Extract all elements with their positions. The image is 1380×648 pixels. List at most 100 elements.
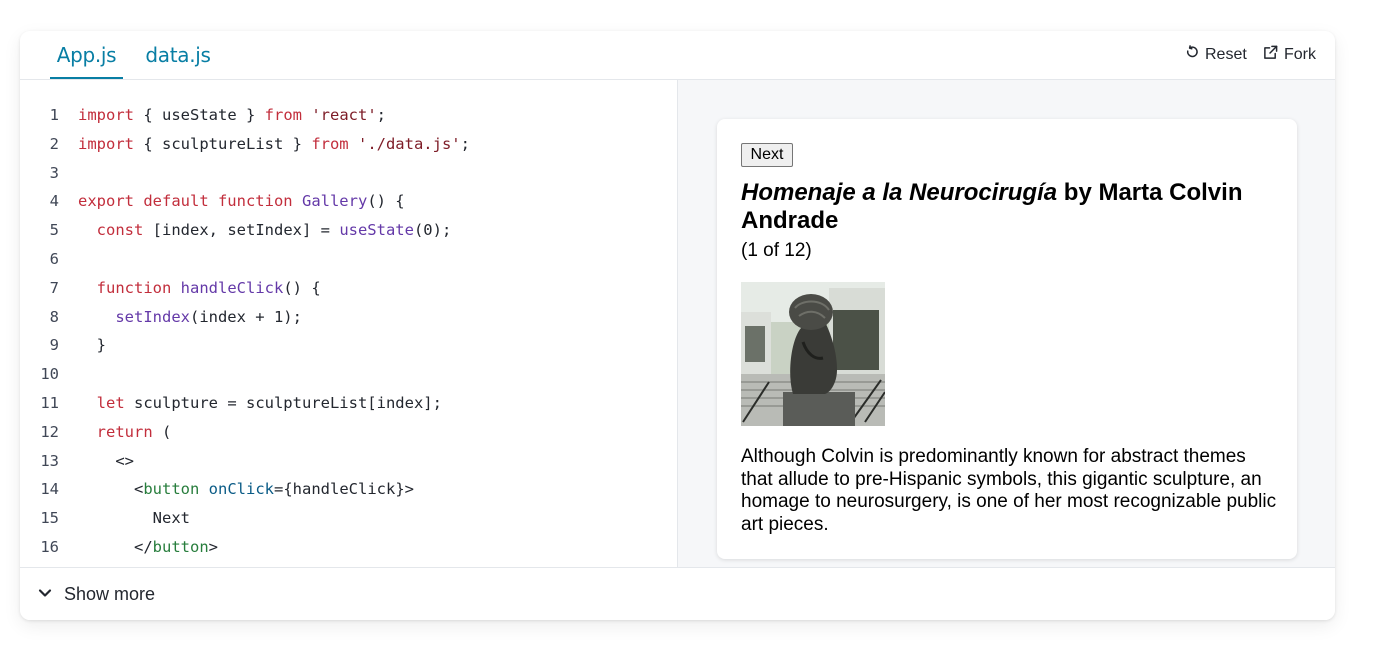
- code-sandbox: App.js data.js Reset Fork 1 import { use…: [20, 31, 1335, 620]
- fork-button[interactable]: Fork: [1263, 31, 1316, 79]
- code-token: () {: [283, 278, 321, 297]
- code-token: <>: [78, 451, 134, 470]
- code-text: setIndex(index + 1);: [59, 303, 302, 332]
- code-editor[interactable]: 1 import { useState } from 'react'; 2 impor…: [20, 80, 678, 567]
- sculpture-image: [741, 282, 885, 426]
- code-line[interactable]: 9 }: [20, 331, 106, 360]
- code-token: Next: [78, 509, 190, 528]
- sculpture-counter: (1 of 12): [741, 240, 812, 261]
- line-number: 3: [49, 163, 59, 182]
- code-line[interactable]: 15 Next: [20, 504, 190, 533]
- code-token: from: [264, 106, 302, 124]
- code-line[interactable]: 2 import { sculptureList } from './data.j…: [20, 130, 470, 159]
- code-token: (: [152, 422, 172, 441]
- tab-app-js[interactable]: App.js: [50, 31, 123, 79]
- line-number: 5: [49, 221, 59, 240]
- code-token: Gallery: [301, 192, 368, 211]
- line-number: 15: [40, 509, 59, 528]
- reset-icon: [1184, 45, 1199, 65]
- show-more-label: Show more: [64, 584, 156, 604]
- next-button[interactable]: Next: [741, 143, 793, 167]
- code-token: let: [96, 394, 125, 412]
- line-number: 14: [40, 480, 59, 499]
- code-text: import { useState } from 'react';: [59, 101, 386, 130]
- code-line[interactable]: 5 const [index, setIndex] = useState(0);: [20, 216, 452, 245]
- tab-bar: App.js data.js Reset Fork: [20, 31, 1335, 80]
- code-token: import: [78, 134, 134, 153]
- reset-button[interactable]: Reset: [1184, 31, 1247, 79]
- code-token: (index + 1);: [189, 307, 302, 326]
- code-token: ;: [376, 106, 386, 124]
- code-text: <>: [59, 447, 134, 476]
- code-line[interactable]: 13 <>: [20, 447, 134, 476]
- code-token: >: [208, 538, 218, 556]
- line-number: 4: [49, 192, 59, 211]
- code-text: export default function Gallery() {: [59, 187, 405, 216]
- line-number: 2: [49, 134, 59, 153]
- code-text: Next: [59, 504, 190, 533]
- code-token: useState: [339, 221, 414, 240]
- code-token: { sculptureList }: [134, 134, 312, 153]
- reset-label: Reset: [1205, 46, 1247, 63]
- code-text: <button onClick={handleClick}>: [59, 475, 414, 504]
- code-token: </: [78, 538, 153, 556]
- external-link-icon: [1263, 45, 1278, 65]
- line-number: 12: [40, 422, 59, 441]
- code-text: return (: [59, 418, 172, 447]
- code-token: button: [152, 538, 209, 556]
- code-line[interactable]: 3: [20, 159, 78, 188]
- code-line[interactable]: 1 import { useState } from 'react';: [20, 101, 386, 130]
- line-number: 6: [49, 250, 59, 268]
- code-text: </button>: [59, 533, 218, 562]
- code-token: onClick: [208, 480, 274, 499]
- code-token: sculpture = sculptureList[index];: [124, 394, 442, 412]
- code-token: const: [96, 221, 144, 240]
- code-token: ={handleClick}>: [274, 480, 414, 499]
- code-line[interactable]: 12 return (: [20, 418, 171, 447]
- code-token: ;: [460, 134, 470, 153]
- line-number: 9: [49, 336, 59, 355]
- code-line[interactable]: 11 let sculpture = sculptureList[index];: [20, 389, 442, 418]
- code-token: function: [96, 278, 172, 297]
- code-token: from: [311, 134, 349, 153]
- code-line[interactable]: 7 function handleClick() {: [20, 274, 321, 303]
- code-line[interactable]: 14 <button onClick={handleClick}>: [20, 475, 414, 504]
- code-text: let sculpture = sculptureList[index];: [59, 389, 442, 418]
- line-number: 7: [49, 278, 59, 297]
- code-text: const [index, setIndex] = useState(0);: [59, 216, 452, 245]
- code-line[interactable]: 4 export default function Gallery() {: [20, 187, 405, 216]
- code-token: <: [78, 480, 144, 499]
- line-number: 11: [40, 394, 59, 412]
- code-text: import { sculptureList } from './data.js…: [59, 130, 470, 159]
- code-line[interactable]: 8 setIndex(index + 1);: [20, 303, 302, 332]
- code-text: function handleClick() {: [59, 274, 321, 303]
- code-token: return: [96, 422, 153, 441]
- code-token: { useState }: [134, 106, 265, 124]
- chevron-down-icon: [38, 584, 52, 605]
- code-token: './data.js': [357, 134, 461, 153]
- line-number: 8: [49, 307, 59, 326]
- code-line[interactable]: 6: [20, 245, 78, 274]
- code-line[interactable]: 10: [20, 360, 78, 389]
- code-token: 'react': [311, 106, 377, 124]
- tab-data-js[interactable]: data.js: [143, 31, 213, 77]
- code-token: button: [143, 480, 200, 499]
- code-token: setIndex: [115, 307, 190, 326]
- code-line[interactable]: 16 </button>: [20, 533, 218, 562]
- code-token: }: [78, 336, 106, 355]
- sculpture-name: Homenaje a la Neurocirugía: [741, 179, 1058, 206]
- line-number: 13: [40, 451, 59, 470]
- editor-footer: Show more: [20, 567, 1335, 620]
- line-number: 16: [40, 538, 59, 556]
- code-token: [index, setIndex] =: [143, 221, 340, 240]
- code-token: import: [78, 106, 134, 124]
- fork-label: Fork: [1284, 46, 1316, 63]
- show-more-button[interactable]: Show more: [38, 568, 155, 620]
